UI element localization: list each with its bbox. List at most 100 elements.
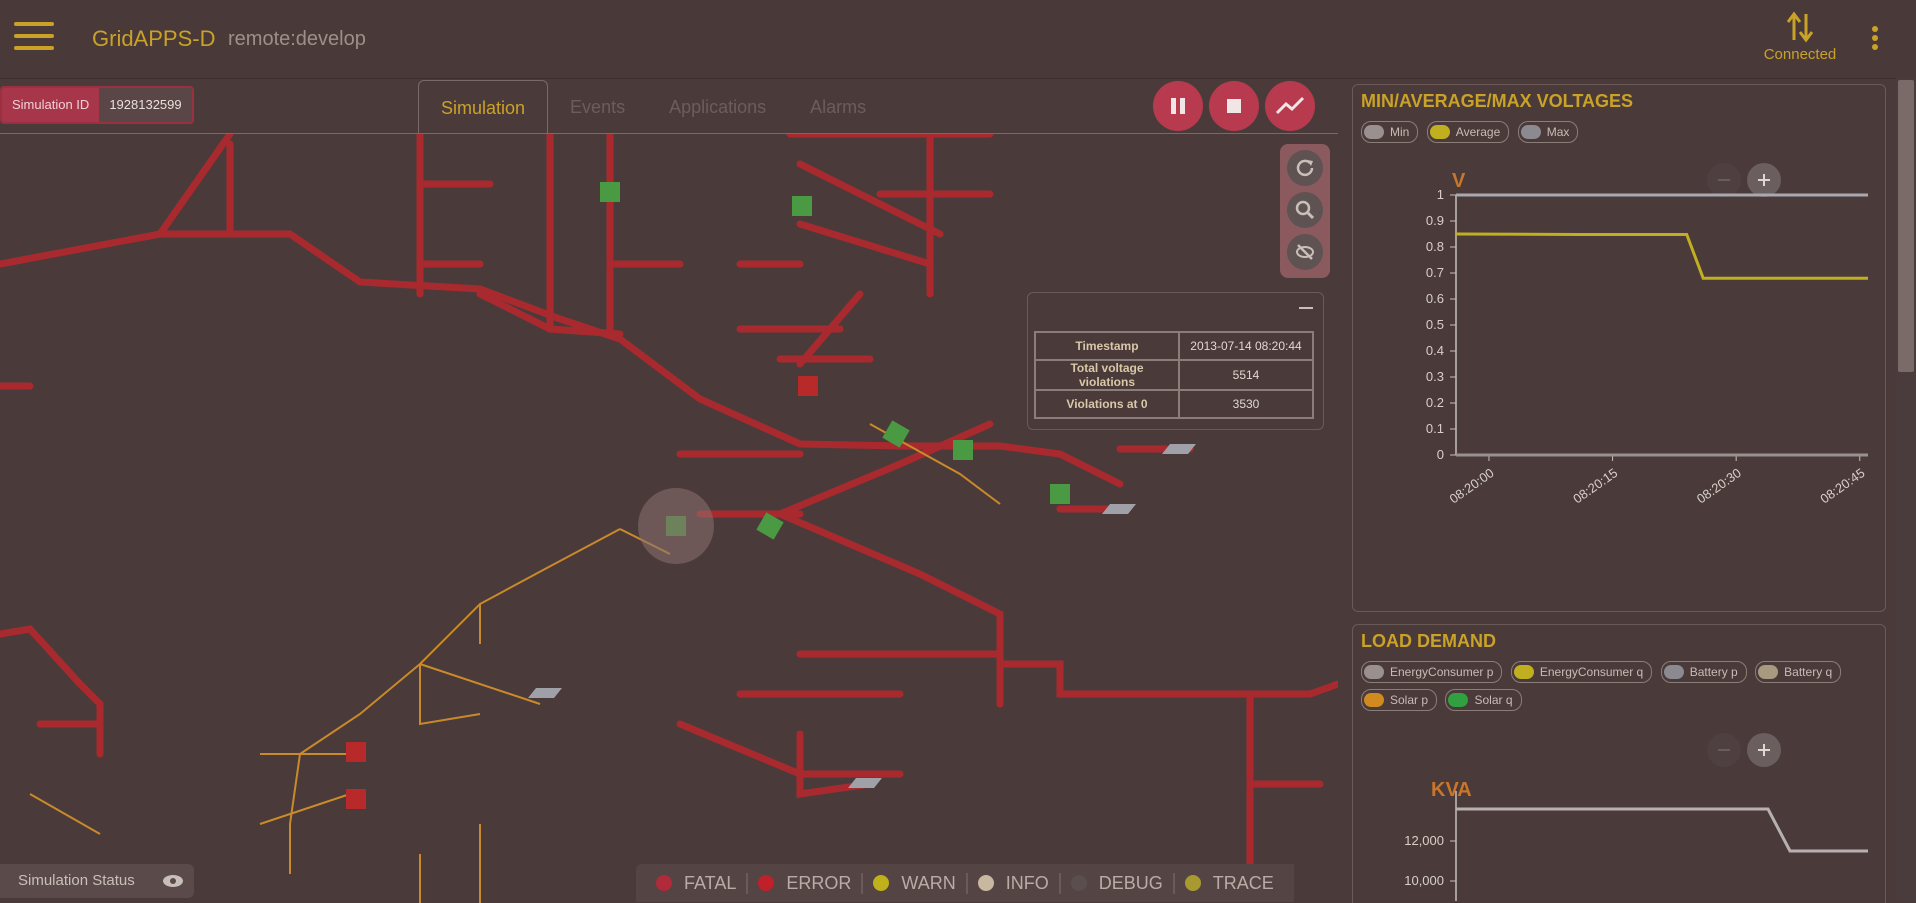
simulation-id-label: Simulation ID: [2, 88, 100, 122]
connection-status[interactable]: Connected: [1750, 10, 1850, 63]
y-tick-label: 0.4: [1426, 343, 1444, 358]
tab-alarms[interactable]: Alarms: [788, 80, 888, 134]
toggle-icon: [1520, 125, 1541, 139]
toggle-visibility-button[interactable]: [1287, 234, 1323, 270]
legend-toggle-solar-q[interactable]: Solar q: [1445, 689, 1522, 711]
violations-table: Timestamp 2013-07-14 08:20:44 Total volta…: [1034, 331, 1314, 419]
toggle-icon: [1513, 665, 1534, 679]
legend-toggle-battery-q[interactable]: Battery q: [1755, 661, 1842, 683]
tab-bar: Simulation Events Applications Alarms: [418, 80, 888, 134]
table-row: Violations at 0 3530: [1034, 389, 1314, 419]
eye-icon: [162, 864, 184, 898]
series-line-average: [1455, 232, 1868, 280]
zoom-out-button[interactable]: [1707, 733, 1741, 767]
top-app-bar: GridAPPS-D remote:develop Connected: [0, 0, 1916, 79]
log-level-label: TRACE: [1212, 872, 1274, 893]
y-tick-label: 0.2: [1426, 395, 1444, 410]
load-legend: EnergyConsumer p EnergyConsumer q Batter…: [1361, 661, 1881, 717]
table-row: Timestamp 2013-07-14 08:20:44: [1034, 331, 1314, 361]
trace-dot-icon: [1184, 875, 1201, 891]
log-level-info[interactable]: INFO: [968, 872, 1061, 894]
zoom-in-button[interactable]: [1747, 733, 1781, 767]
voltage-chart: V 0 0.1 0.2 0.3 0.4 0.5 0.6 0.7 0.8 0.9 1 08:20:00 08…: [1426, 170, 1868, 506]
log-level-filter: FATAL ERROR WARN INFO DEBUG TRACE: [636, 864, 1294, 902]
row-value: 5514: [1178, 359, 1314, 391]
app-title: GridAPPS-D: [92, 26, 216, 51]
info-dot-icon: [977, 875, 994, 891]
log-level-label: INFO: [1005, 872, 1049, 893]
legend-toggle-solar-p[interactable]: Solar p: [1361, 689, 1438, 711]
zoom-search-button[interactable]: [1287, 192, 1323, 228]
error-dot-icon: [758, 875, 775, 891]
log-level-label: FATAL: [684, 872, 737, 893]
menu-icon[interactable]: [14, 22, 54, 54]
legend-label: Solar p: [1390, 693, 1429, 707]
more-vert-icon[interactable]: [1870, 26, 1880, 56]
log-level-trace[interactable]: TRACE: [1175, 873, 1284, 894]
row-key: Violations at 0: [1034, 389, 1180, 419]
panel-title: MIN/AVERAGE/MAX VOLTAGES: [1361, 91, 1634, 111]
toggle-icon: [1429, 125, 1450, 139]
legend-toggle-min[interactable]: Min: [1361, 121, 1419, 143]
legend-toggle-battery-p[interactable]: Battery p: [1660, 661, 1747, 683]
log-level-fatal[interactable]: FATAL: [646, 872, 749, 894]
panel-title: LOAD DEMAND: [1361, 631, 1496, 651]
y-axis-unit: V: [1452, 170, 1466, 192]
page-scrollbar[interactable]: [1896, 78, 1916, 902]
chart-icon: [1275, 96, 1305, 115]
legend-label: Solar q: [1474, 693, 1513, 707]
x-tick-label: 08:20:30: [1694, 465, 1744, 506]
x-tick-label: 08:20:00: [1447, 465, 1497, 506]
legend-toggle-average[interactable]: Average: [1426, 121, 1510, 143]
reset-icon: [1296, 159, 1314, 177]
scrollbar-thumb[interactable]: [1898, 80, 1914, 372]
legend-label: Battery q: [1784, 665, 1833, 679]
row-value: 3530: [1178, 389, 1314, 419]
warn-dot-icon: [873, 875, 890, 891]
minimize-icon[interactable]: [1299, 307, 1313, 309]
y-tick-label: 0.8: [1426, 239, 1444, 254]
row-key: Timestamp: [1034, 331, 1180, 361]
y-tick-label: 0.7: [1426, 265, 1444, 280]
log-level-error[interactable]: ERROR: [748, 872, 864, 894]
legend-toggle-energyconsumer-p[interactable]: EnergyConsumer p: [1361, 661, 1503, 683]
fatal-dot-icon: [656, 875, 672, 891]
voltage-legend: Min Average Max: [1361, 121, 1582, 149]
pause-button[interactable]: [1153, 81, 1203, 131]
tab-applications[interactable]: Applications: [647, 80, 788, 134]
legend-toggle-max[interactable]: Max: [1517, 121, 1579, 143]
simulation-status-toggle[interactable]: Simulation Status: [0, 864, 194, 898]
load-demand-panel: LOAD DEMAND EnergyConsumer p EnergyConsu…: [1352, 624, 1886, 903]
y-tick-label: 0: [1437, 447, 1444, 462]
row-value: 2013-07-14 08:20:44: [1178, 331, 1314, 361]
tab-simulation[interactable]: Simulation: [418, 80, 549, 134]
network-topology[interactable]: [0, 134, 1338, 903]
legend-toggle-energyconsumer-q[interactable]: EnergyConsumer q: [1510, 661, 1653, 683]
load-chart: 12,000 10,000: [1404, 791, 1868, 901]
y-tick-label: 0.5: [1426, 317, 1444, 332]
log-level-warn[interactable]: WARN: [863, 872, 968, 894]
feeder-map[interactable]: [0, 133, 1338, 903]
reset-view-button[interactable]: [1287, 150, 1323, 186]
minus-icon: [1718, 749, 1730, 751]
table-row: Total voltage violations 5514: [1034, 359, 1314, 391]
log-level-debug[interactable]: DEBUG: [1061, 872, 1175, 894]
toggle-icon: [1364, 665, 1384, 679]
y-tick-label: 0.3: [1426, 369, 1444, 384]
voltage-violations-overlay: Timestamp 2013-07-14 08:20:44 Total volta…: [1027, 292, 1324, 430]
chart-button[interactable]: [1265, 81, 1315, 131]
plus-icon: [1758, 744, 1770, 756]
swap-vertical-icon: [1786, 11, 1814, 43]
log-level-label: ERROR: [786, 872, 852, 893]
pause-icon: [1171, 98, 1185, 114]
simulation-status-label: Simulation Status: [18, 872, 135, 889]
series-line-energyconsumer-p: [1456, 807, 1868, 853]
legend-label: Min: [1390, 125, 1410, 139]
visibility-off-icon: [1296, 244, 1314, 260]
tab-events[interactable]: Events: [548, 80, 647, 134]
stop-button[interactable]: [1209, 81, 1259, 131]
toggle-icon: [1663, 665, 1684, 679]
y-tick-label: 10,000: [1404, 873, 1444, 888]
app-subtitle: remote:develop: [228, 28, 366, 50]
toggle-icon: [1364, 693, 1384, 707]
